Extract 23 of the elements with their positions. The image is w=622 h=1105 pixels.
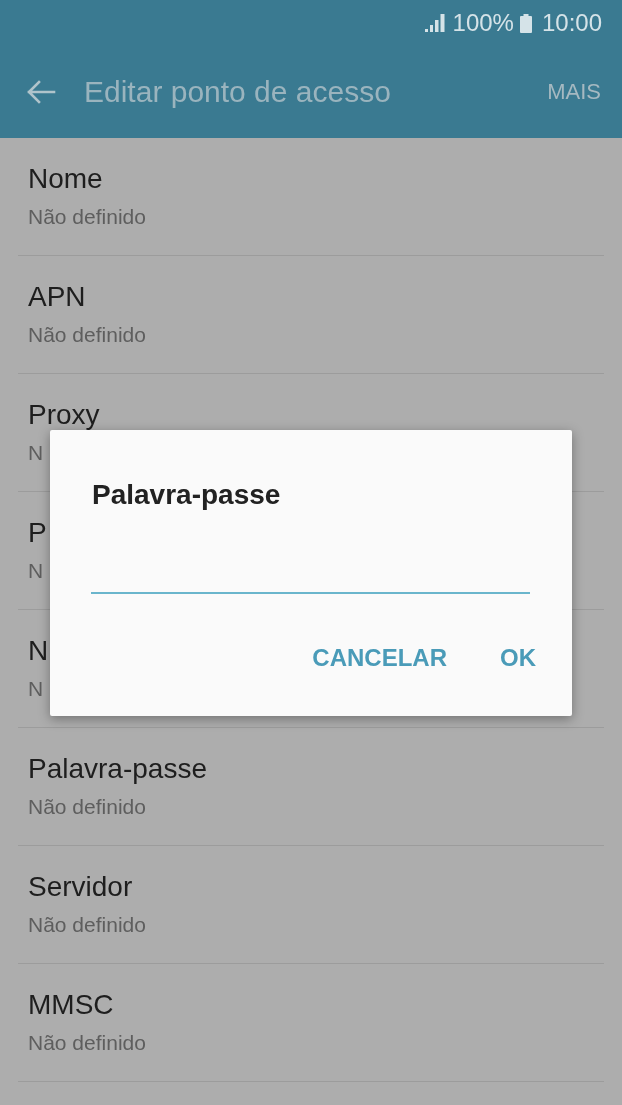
setting-title[interactable]: Nome bbox=[28, 162, 103, 196]
setting-value: Não definido bbox=[28, 1030, 146, 1056]
setting-title[interactable]: N bbox=[28, 634, 49, 668]
back-arrow-icon[interactable] bbox=[26, 80, 56, 104]
setting-value: Não definido bbox=[28, 204, 146, 230]
setting-value: N bbox=[28, 676, 44, 702]
signal-icon bbox=[424, 14, 445, 32]
setting-value: Não definido bbox=[28, 912, 146, 938]
screen-title: Editar ponto de acesso bbox=[84, 75, 392, 109]
dialog-title: Palavra-passe bbox=[92, 478, 281, 512]
setting-title[interactable]: P bbox=[28, 516, 47, 550]
setting-title[interactable]: Palavra-passe bbox=[28, 752, 207, 786]
setting-value: Não definido bbox=[28, 322, 146, 348]
battery-icon bbox=[519, 13, 532, 33]
setting-value: N bbox=[28, 558, 44, 584]
battery-percent: 100% bbox=[452, 9, 514, 37]
setting-title[interactable]: APN bbox=[28, 280, 86, 314]
setting-value: N bbox=[28, 440, 44, 466]
setting-title[interactable]: Proxy bbox=[28, 398, 100, 432]
setting-title[interactable]: MMSC bbox=[28, 988, 114, 1022]
setting-value: Não definido bbox=[28, 794, 146, 820]
clock: 10:00 bbox=[541, 9, 602, 37]
setting-title[interactable]: Servidor bbox=[28, 870, 133, 904]
